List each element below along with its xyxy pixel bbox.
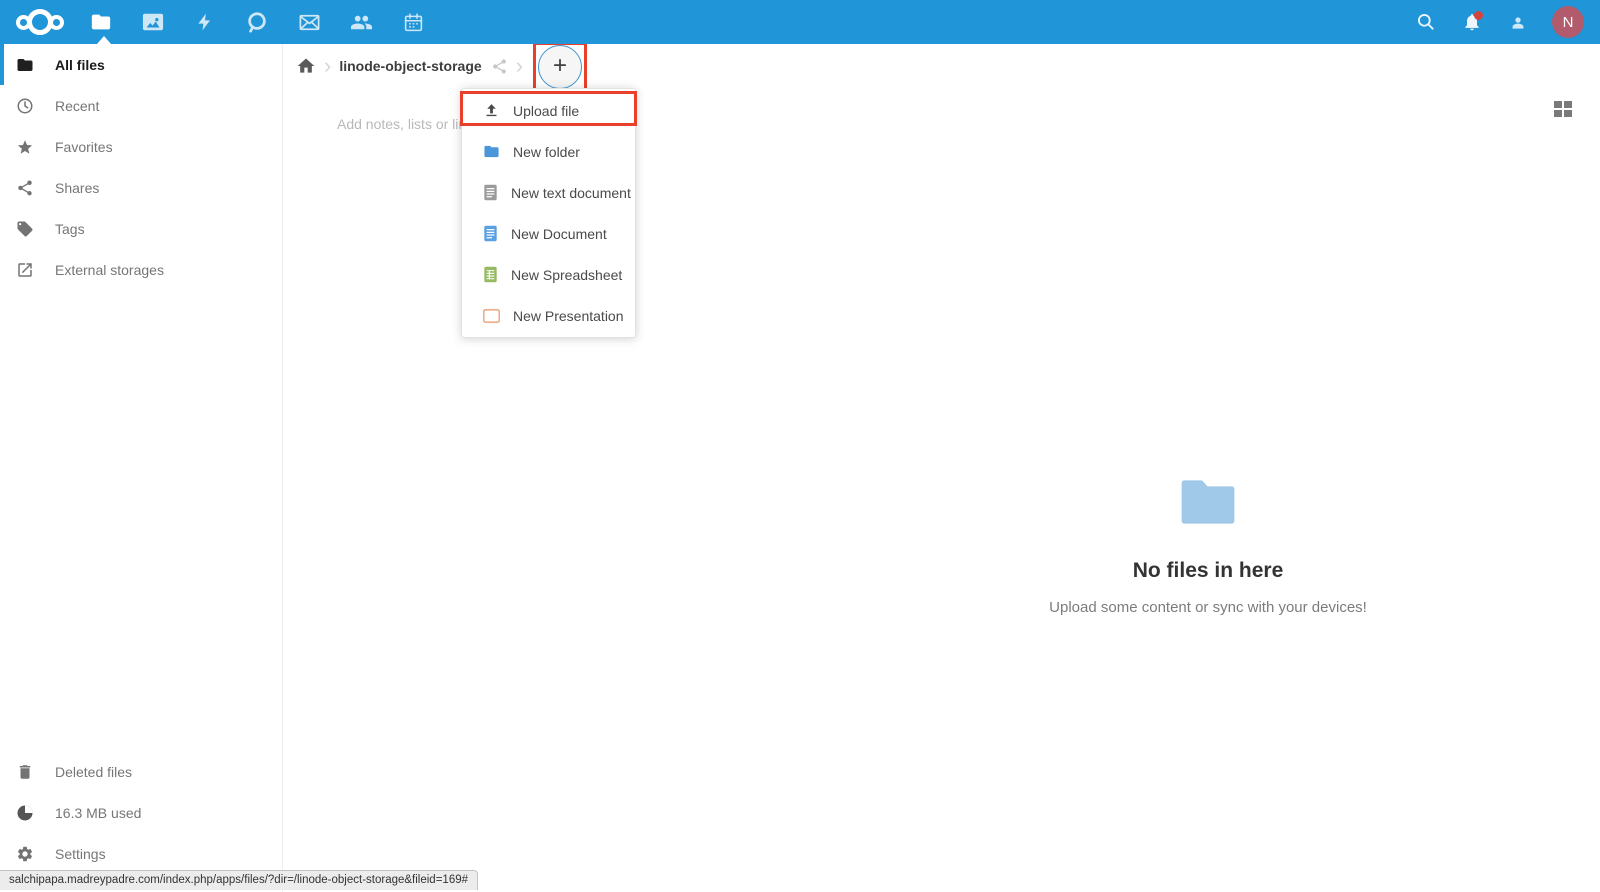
sidebar-item-deleted-files[interactable]: Deleted files [0,751,282,792]
logo-ring [27,9,53,35]
menu-item-label: New text document [511,185,631,201]
sidebar-item-label: Deleted files [55,764,132,780]
link-preview-statusbar: salchipapa.madreypadre.com/index.php/app… [0,870,478,890]
sidebar-item-recent[interactable]: Recent [0,85,282,126]
share-icon [16,179,34,197]
quota-icon [16,804,34,822]
notification-badge [1474,11,1483,20]
grid-view-toggle[interactable] [1554,101,1572,117]
sidebar-item-label: Favorites [55,139,113,155]
sidebar-item-quota[interactable]: 16.3 MB used [0,792,282,833]
tag-icon [16,220,34,238]
sidebar-item-external-storages[interactable]: External storages [0,249,282,290]
document-icon [483,225,498,242]
app-photos-icon[interactable] [140,9,166,35]
menu-item-label: Upload file [513,103,579,119]
sidebar-item-favorites[interactable]: Favorites [0,126,282,167]
app-navigation-bar [88,9,426,35]
header-right-actions: N [1414,6,1584,38]
menu-item-label: New Presentation [513,308,624,324]
menu-item-new-spreadsheet[interactable]: New Spreadsheet [462,254,635,295]
spreadsheet-icon [483,266,498,283]
star-icon [16,138,34,156]
sidebar-footer: Deleted files 16.3 MB used Settings [0,751,282,874]
upload-icon [483,102,500,119]
home-icon[interactable] [296,56,316,76]
menu-item-new-document[interactable]: New Document [462,213,635,254]
sidebar-item-shares[interactable]: Shares [0,167,282,208]
app-activity-icon[interactable] [192,9,218,35]
menu-item-new-folder[interactable]: New folder [462,131,635,172]
folder-icon [16,56,34,74]
user-avatar[interactable]: N [1552,6,1584,38]
sidebar-item-label: Shares [55,180,99,196]
notifications-bell-icon[interactable] [1460,10,1484,34]
new-file-plus-button[interactable]: + [538,45,582,89]
empty-state-subtitle: Upload some content or sync with your de… [908,599,1508,616]
menu-item-new-text-document[interactable]: New text document [462,172,635,213]
menu-item-label: New Spreadsheet [511,267,622,283]
sidebar-item-settings[interactable]: Settings [0,833,282,874]
top-header-bar: N [0,0,1600,44]
sidebar-item-label: Recent [55,98,99,114]
app-talk-icon[interactable] [244,9,270,35]
tutorial-highlight-plus: + [533,42,587,92]
nextcloud-logo-icon[interactable] [16,9,72,35]
sidebar-item-all-files[interactable]: All files [0,44,282,85]
app-contacts-icon[interactable] [348,9,374,35]
share-folder-icon[interactable] [491,58,508,75]
gear-icon [16,845,34,863]
menu-item-new-presentation[interactable]: New Presentation [462,295,635,336]
menu-item-label: New Document [511,226,607,242]
external-link-icon [16,261,34,279]
empty-state-title: No files in here [908,559,1508,583]
breadcrumb: › linode-object-storage › + [284,44,1600,88]
workspace-notes-placeholder[interactable]: Add notes, lists or lin [337,116,465,132]
new-folder-icon [483,143,500,160]
contacts-menu-icon[interactable] [1506,10,1530,34]
app-calendar-icon[interactable] [400,9,426,35]
chevron-right-icon: › [508,55,531,77]
sidebar-item-label: 16.3 MB used [55,805,141,821]
app-mail-icon[interactable] [296,9,322,35]
breadcrumb-current-folder[interactable]: linode-object-storage [339,58,481,74]
menu-item-label: New folder [513,144,580,160]
app-files-icon[interactable] [88,9,114,35]
sidebar-item-label: All files [55,57,105,73]
sidebar-item-label: Settings [55,846,106,862]
text-file-icon [483,184,498,201]
clock-icon [16,97,34,115]
sidebar-item-label: Tags [55,221,85,237]
sidebar-item-label: External storages [55,262,164,278]
sidebar-item-tags[interactable]: Tags [0,208,282,249]
menu-item-upload-file[interactable]: Upload file [462,90,635,131]
presentation-icon [483,309,500,323]
active-app-caret [97,36,111,44]
search-icon[interactable] [1414,10,1438,34]
files-main-content: › linode-object-storage › + Add notes, l… [284,44,1600,892]
trash-icon [16,763,34,781]
empty-folder-state: No files in here Upload some content or … [908,478,1508,616]
chevron-right-icon: › [316,55,339,77]
new-file-menu: Upload file New folder New text document… [461,88,636,338]
files-sidebar: All files Recent Favorites Shares Tags E… [0,44,283,892]
empty-folder-icon [1179,478,1237,526]
